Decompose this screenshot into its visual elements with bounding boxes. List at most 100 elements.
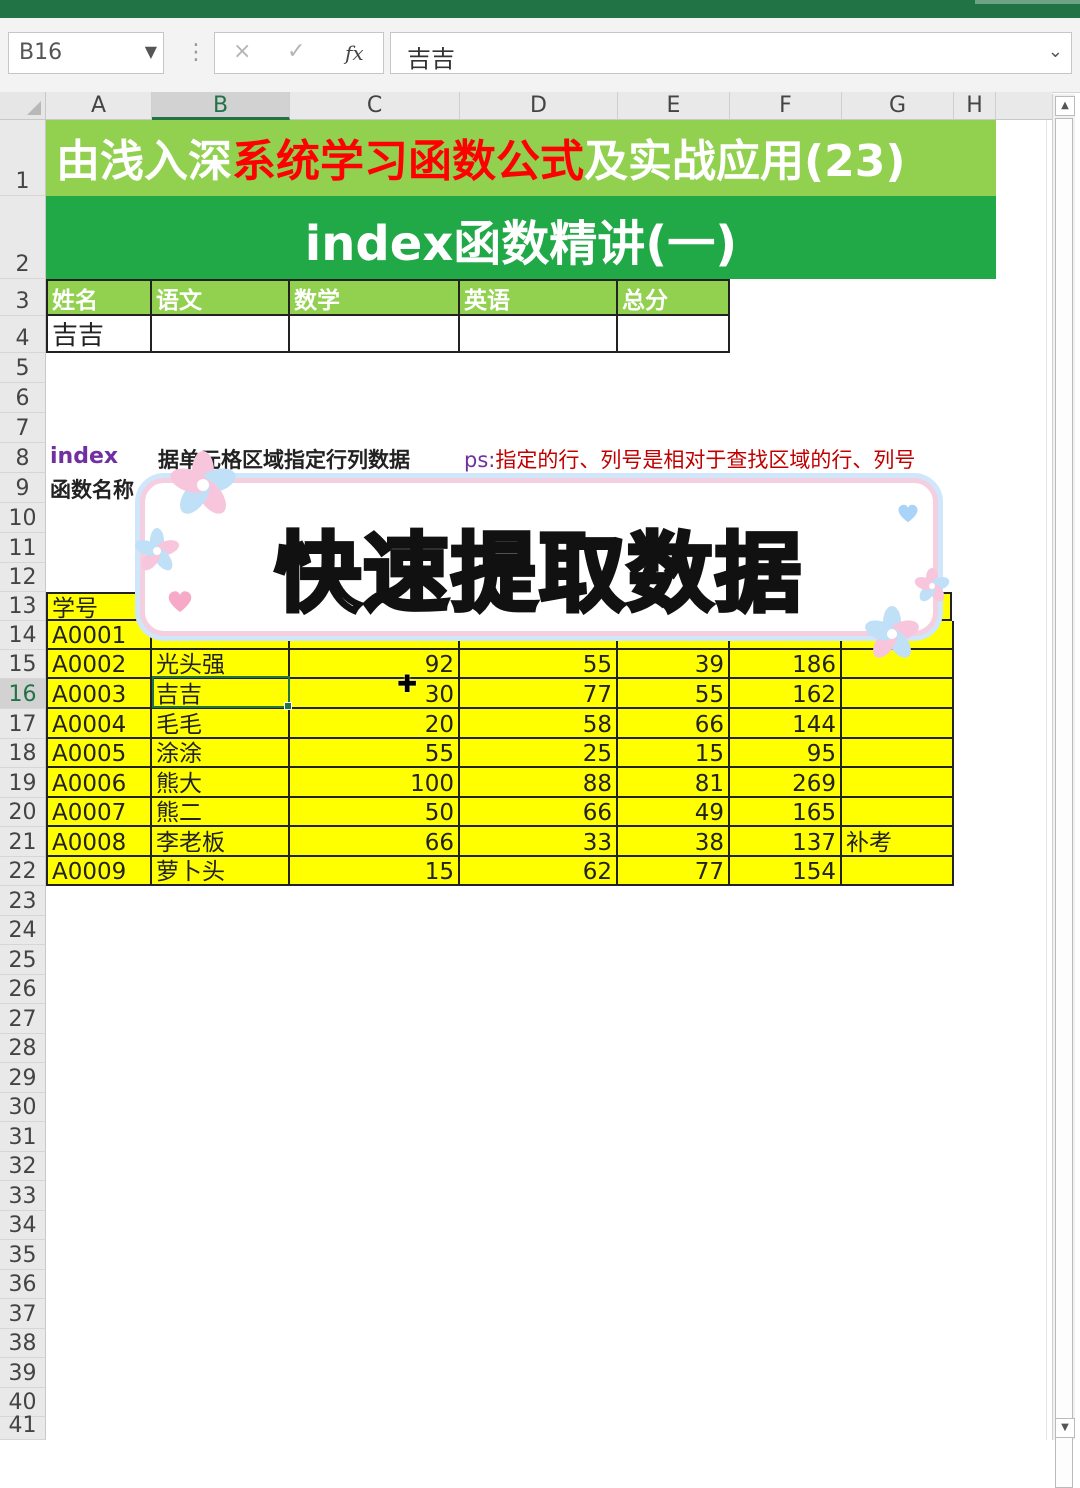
row-header-41[interactable]: 41 [0,1413,46,1440]
data-cell-c-19[interactable]: 100 [290,768,460,798]
data-cell-e-15[interactable]: 39 [618,650,730,679]
row-header-12[interactable]: 12 [0,563,46,592]
data-cell-id-21[interactable]: A0008 [46,827,152,857]
data-cell-id-20[interactable]: A0007 [46,798,152,827]
row-header-26[interactable]: 26 [0,975,46,1004]
data-cell-name-19[interactable]: 熊大 [152,768,290,798]
row-header-9[interactable]: 9 [0,473,46,503]
lookup-header-total[interactable]: 总分 [618,279,730,316]
data-cell-name-18[interactable]: 涂涂 [152,739,290,768]
sheet-title[interactable]: 由浅入深系统学习函数公式及实战应用(23) [46,120,996,196]
data-cell-name-17[interactable]: 毛毛 [152,709,290,739]
data-cell-c-18[interactable]: 55 [290,739,460,768]
data-cell-id-15[interactable]: A0002 [46,650,152,679]
data-cell-c-22[interactable]: 15 [290,857,460,886]
enter-icon[interactable]: ✓ [287,39,305,64]
row-header-5[interactable]: 5 [0,353,46,383]
data-cell-e-16[interactable]: 55 [618,679,730,709]
row-header-8[interactable]: 8 [0,443,46,473]
data-cell-name-22[interactable]: 萝卜头 [152,857,290,886]
data-cell-c-21[interactable]: 66 [290,827,460,857]
function-note-cell[interactable]: ps:指定的行、列号是相对于查找区域的行、列号 [464,444,915,474]
data-cell-f-17[interactable]: 144 [730,709,842,739]
data-cell-f-20[interactable]: 165 [730,798,842,827]
row-header-36[interactable]: 36 [0,1270,46,1299]
data-cell-f-15[interactable]: 186 [730,650,842,679]
row-header-1[interactable]: 1 [0,120,46,196]
sheet-subtitle[interactable]: index函数精讲(一) [46,196,996,279]
data-cell-d-16[interactable]: 77 [460,679,618,709]
name-box[interactable]: B16 ▼ [8,32,164,74]
data-cell-g-18[interactable] [842,739,954,768]
lookup-header-english[interactable]: 英语 [460,279,618,316]
data-cell-d-18[interactable]: 25 [460,739,618,768]
scroll-down-icon[interactable]: ▼ [1055,1418,1075,1438]
column-header-d[interactable]: D [460,92,618,120]
column-header-f[interactable]: F [730,92,842,120]
chevron-down-icon[interactable]: ▼ [145,42,157,61]
data-cell-name-20[interactable]: 熊二 [152,798,290,827]
row-header-34[interactable]: 34 [0,1211,46,1240]
lookup-cell-english[interactable] [460,316,618,353]
data-cell-name-15[interactable]: 光头强 [152,650,290,679]
vertical-scrollbar[interactable]: ▲ ▼ [1052,94,1075,1488]
column-header-e[interactable]: E [618,92,730,120]
data-cell-f-16[interactable]: 162 [730,679,842,709]
row-header-39[interactable]: 39 [0,1358,46,1388]
data-cell-c-17[interactable]: 20 [290,709,460,739]
lookup-cell-total[interactable] [618,316,730,353]
data-cell-id-22[interactable]: A0009 [46,857,152,886]
row-header-14[interactable]: 14 [0,621,46,650]
lookup-header-math[interactable]: 数学 [290,279,460,316]
cancel-icon[interactable]: × [233,39,251,64]
row-header-20[interactable]: 20 [0,798,46,827]
insert-function-icon[interactable]: fx [345,41,364,65]
data-cell-d-20[interactable]: 66 [460,798,618,827]
data-cell-name-21[interactable]: 李老板 [152,827,290,857]
function-name-label[interactable]: 函数名称 [50,474,134,504]
data-cell-e-17[interactable]: 66 [618,709,730,739]
row-header-33[interactable]: 33 [0,1181,46,1211]
column-header-b[interactable]: B [152,92,290,120]
drag-handle-icon[interactable]: ⋮ [185,40,207,65]
row-header-10[interactable]: 10 [0,503,46,533]
data-header-id[interactable]: 学号 [46,592,152,621]
active-cell-selection[interactable] [152,676,292,710]
lookup-cell-math[interactable] [290,316,460,353]
expand-formula-bar-icon[interactable]: ⌄ [1048,41,1063,62]
function-name-cell[interactable]: index [50,444,118,469]
row-header-13[interactable]: 13 [0,592,46,621]
row-header-27[interactable]: 27 [0,1004,46,1034]
row-header-31[interactable]: 31 [0,1122,46,1152]
row-header-19[interactable]: 19 [0,768,46,798]
data-cell-id-14[interactable]: A0001 [46,621,152,650]
data-cell-c-15[interactable]: 92 [290,650,460,679]
select-all-button[interactable] [0,92,46,120]
data-cell-f-18[interactable]: 95 [730,739,842,768]
data-cell-f-22[interactable]: 154 [730,857,842,886]
column-header-c[interactable]: C [290,92,460,120]
data-cell-g-22[interactable] [842,857,954,886]
lookup-header-chinese[interactable]: 语文 [152,279,290,316]
data-cell-d-17[interactable]: 58 [460,709,618,739]
data-cell-d-21[interactable]: 33 [460,827,618,857]
column-header-h[interactable]: H [954,92,996,120]
data-cell-d-15[interactable]: 55 [460,650,618,679]
data-cell-id-17[interactable]: A0004 [46,709,152,739]
data-cell-e-18[interactable]: 15 [618,739,730,768]
row-header-4[interactable]: 4 [0,316,46,353]
row-header-15[interactable]: 15 [0,650,46,679]
row-header-7[interactable]: 7 [0,413,46,443]
row-header-16[interactable]: 16 [0,679,46,709]
data-cell-g-16[interactable] [842,679,954,709]
row-header-37[interactable]: 37 [0,1299,46,1329]
data-cell-g-20[interactable] [842,798,954,827]
row-header-2[interactable]: 2 [0,196,46,279]
scrollbar-thumb[interactable] [1055,118,1073,1488]
row-header-29[interactable]: 29 [0,1063,46,1093]
column-header-a[interactable]: A [46,92,152,120]
row-header-6[interactable]: 6 [0,383,46,413]
lookup-cell-name[interactable]: 吉吉 [46,316,152,353]
row-header-23[interactable]: 23 [0,886,46,916]
data-cell-c-16[interactable]: 30 [290,679,460,709]
